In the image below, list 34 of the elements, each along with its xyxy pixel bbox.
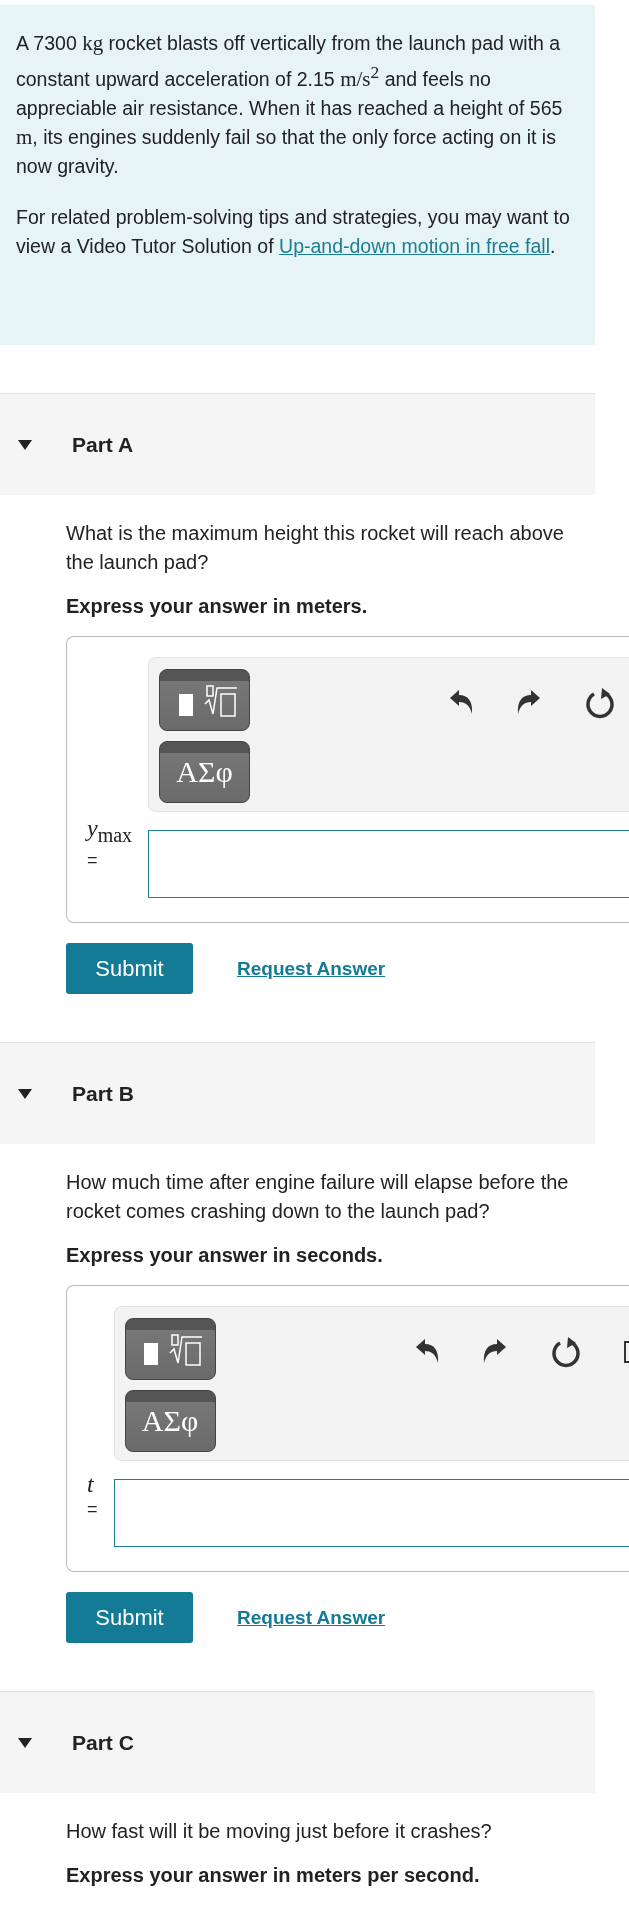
part-header[interactable]: Part B (0, 1042, 595, 1144)
caret-icon (18, 1737, 32, 1748)
instruction-text: Express your answer in seconds. (66, 1244, 384, 1267)
problem-text: A 7300 kg rocket blasts off vertically from the launch pad with a constant upward acceleration of 2.15 m/s$^{2}$ and feels no appreciable air resistance. When it has reached a height of 565 m, its engines suddenly fail so that the only force acting on it is now gravity. (16, 30, 564, 179)
reset-icon[interactable] (549, 1335, 582, 1369)
request-answer-link[interactable]: Request Answer (237, 957, 386, 980)
variable-label: y$_{max}$ (87, 815, 133, 848)
problem-text: For related problem-solving tips and strategies, you may want to view a Video Tutor Solution of Up-and-down motion in free fall. (16, 205, 571, 259)
part-title: Part B (72, 1081, 134, 1106)
request-answer-link[interactable]: Request Answer (237, 1606, 386, 1629)
instruction-text: Express your answer in meters per second. (66, 1864, 481, 1887)
part-header[interactable]: Part A (0, 393, 595, 495)
caret-icon (18, 1088, 32, 1099)
part-header[interactable]: Part C (0, 1691, 595, 1793)
answer-field[interactable] (113, 1479, 629, 1547)
symbols-button[interactable]: ΑΣφ (124, 1390, 216, 1452)
submit-button[interactable]: Submit (66, 1592, 193, 1643)
symbols-button[interactable]: ΑΣφ (159, 741, 251, 803)
reset-icon[interactable] (584, 686, 617, 720)
equals-sign: = (87, 1498, 98, 1521)
templates-button[interactable] (159, 669, 251, 731)
question-text: What is the maximum height this rocket will reach above the launch pad? (66, 521, 565, 575)
part-title: Part C (72, 1730, 134, 1755)
templates-button[interactable] (124, 1318, 216, 1380)
variable-label: t (87, 1471, 95, 1497)
question-text: How much time after engine failure will elapse before the rocket comes crashing down to the launch pad? (66, 1170, 570, 1224)
submit-button[interactable]: Submit (66, 943, 193, 994)
caret-icon (18, 439, 32, 450)
question-text: How fast will it be moving just before it crashes? (66, 1819, 493, 1844)
video-link[interactable]: Up-and-down motion in free fall (279, 235, 551, 257)
equals-sign: = (87, 849, 99, 872)
answer-field[interactable] (148, 830, 629, 898)
part-title: Part A (72, 432, 134, 457)
instruction-text: Express your answer in meters. (66, 595, 369, 618)
